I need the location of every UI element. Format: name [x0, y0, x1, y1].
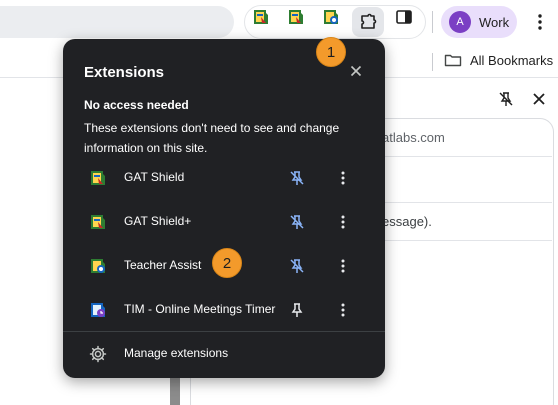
- bookmarks-divider: [432, 53, 433, 71]
- pinned-icon: [290, 171, 304, 185]
- panel-url-text: atlabs.com: [382, 130, 445, 145]
- gat-shield-plus-icon: [91, 215, 105, 229]
- teacher-assist-toolbar-icon[interactable]: [318, 5, 344, 29]
- gat-shield-toolbar-icon[interactable]: [248, 5, 274, 29]
- more-vertical-icon: [341, 303, 345, 317]
- pin-button[interactable]: [287, 300, 307, 320]
- pinned-icon: [290, 259, 304, 273]
- more-vertical-icon: [341, 215, 345, 229]
- more-vertical-icon: [341, 259, 345, 273]
- extension-more-button[interactable]: [333, 300, 353, 320]
- all-bookmarks-label: All Bookmarks: [470, 52, 554, 68]
- profile-name: Work: [479, 14, 510, 30]
- browser-menu-button[interactable]: [530, 10, 550, 34]
- gear-icon: [89, 345, 107, 363]
- extensions-popup: Extensions No access needed These extens…: [63, 39, 385, 378]
- extension-name: Teacher Assist: [124, 258, 202, 272]
- popup-title: Extensions: [84, 64, 165, 81]
- side-panel-header: [480, 86, 558, 112]
- browser-toolbar: A Work: [0, 0, 558, 44]
- gat-shield-icon: [91, 171, 105, 185]
- teacher-assist-icon: [91, 259, 105, 273]
- avatar: A: [449, 11, 471, 33]
- close-icon: [350, 65, 362, 77]
- tim-timer-icon: [91, 303, 105, 317]
- popup-close-button[interactable]: [346, 61, 366, 81]
- more-vertical-icon: [341, 171, 345, 185]
- profile-button[interactable]: A Work: [441, 6, 517, 38]
- extension-row-tim-online-meetings-timer[interactable]: TIM - Online Meetings Timer: [63, 290, 385, 330]
- popup-divider: [63, 331, 385, 332]
- unpin-icon[interactable]: [498, 91, 514, 107]
- toolbar-divider: [432, 11, 433, 33]
- gat-shield-plus-toolbar-icon[interactable]: [283, 5, 309, 29]
- puzzle-icon: [361, 13, 377, 29]
- manage-extensions-button[interactable]: Manage extensions: [63, 335, 385, 373]
- more-vertical-icon: [538, 14, 542, 30]
- extension-more-button[interactable]: [333, 256, 353, 276]
- extension-more-button[interactable]: [333, 168, 353, 188]
- close-icon[interactable]: [532, 92, 546, 106]
- pin-button[interactable]: [287, 256, 307, 276]
- pin-button[interactable]: [287, 212, 307, 232]
- step-marker-2: 2: [212, 248, 242, 278]
- panel-message-text: essage).: [382, 214, 432, 229]
- extensions-menu-button[interactable]: [352, 7, 384, 37]
- address-bar[interactable]: [0, 6, 234, 38]
- side-panel-icon: [396, 10, 412, 24]
- pin-button[interactable]: [287, 168, 307, 188]
- step-marker-1: 1: [316, 37, 346, 67]
- pinned-icon: [290, 215, 304, 229]
- extension-name: TIM - Online Meetings Timer: [124, 302, 276, 316]
- all-bookmarks-button[interactable]: All Bookmarks: [444, 50, 553, 70]
- manage-extensions-label: Manage extensions: [124, 346, 229, 360]
- extension-name: GAT Shield+: [124, 214, 192, 228]
- extension-name: GAT Shield: [124, 170, 185, 184]
- extension-row-gat-shield[interactable]: GAT Shield: [63, 158, 385, 198]
- extension-more-button[interactable]: [333, 212, 353, 232]
- folder-icon: [444, 54, 462, 67]
- section-description: These extensions don't need to see and c…: [84, 121, 340, 155]
- side-panel-button[interactable]: [391, 5, 417, 29]
- extension-row-gat-shield-plus[interactable]: GAT Shield+: [63, 202, 385, 242]
- pin-icon: [291, 303, 303, 317]
- section-heading: No access needed: [84, 98, 189, 112]
